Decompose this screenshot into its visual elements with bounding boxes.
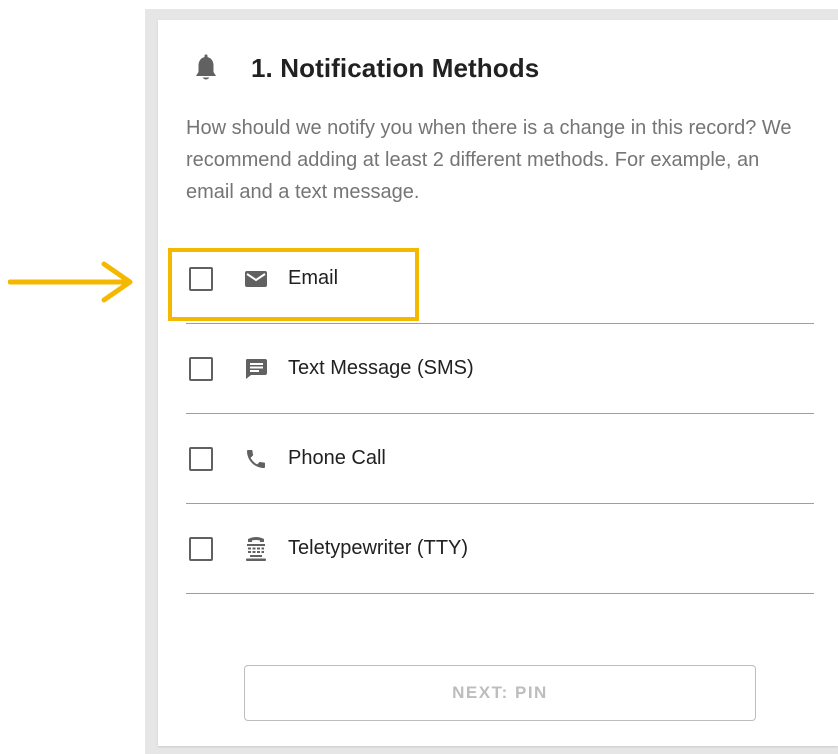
card-header: 1. Notification Methods — [193, 48, 539, 88]
description-text: How should we notify you when there is a… — [186, 117, 792, 203]
screenshot-stage: 1. Notification Methods How should we no… — [0, 0, 838, 754]
method-label: Phone Call — [288, 447, 386, 469]
phone-checkbox[interactable] — [189, 446, 213, 471]
tty-checkbox[interactable] — [189, 536, 213, 561]
next-pin-button[interactable]: NEXT: PIN — [244, 665, 756, 721]
phone-icon — [242, 445, 270, 473]
page-title: 1. Notification Methods — [251, 52, 540, 83]
method-item-email[interactable]: Email — [186, 234, 814, 324]
methods-list: Email Text Message (SMS) Phone Call Tele… — [186, 234, 814, 594]
tty-icon — [242, 535, 270, 563]
method-item-phone[interactable]: Phone Call — [186, 414, 814, 504]
email-checkbox[interactable] — [189, 266, 213, 291]
method-item-tty[interactable]: Teletypewriter (TTY) — [186, 504, 814, 594]
annotation-arrow-icon — [8, 261, 133, 303]
method-item-sms[interactable]: Text Message (SMS) — [186, 324, 814, 414]
bell-icon — [193, 53, 219, 83]
sms-icon — [242, 355, 270, 383]
method-label: Teletypewriter (TTY) — [288, 537, 469, 559]
method-label: Email — [288, 267, 339, 289]
email-icon — [242, 265, 270, 293]
method-label: Text Message (SMS) — [288, 357, 474, 379]
sms-checkbox[interactable] — [189, 356, 213, 381]
